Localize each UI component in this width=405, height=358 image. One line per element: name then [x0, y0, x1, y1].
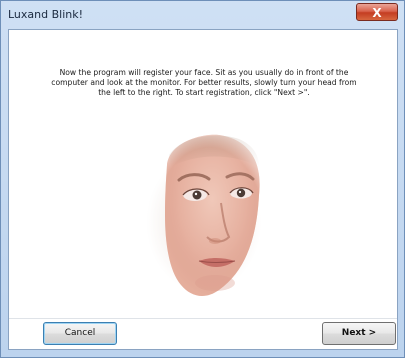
cancel-button-label: Cancel — [64, 328, 96, 338]
wizard-window: Luxand Blink! X Now the program will reg… — [0, 0, 405, 358]
window-title: Luxand Blink! — [8, 8, 84, 21]
close-button[interactable]: X — [356, 3, 398, 21]
close-icon: X — [372, 6, 382, 20]
face-preview — [9, 125, 397, 320]
face-image — [139, 125, 279, 320]
face-illustration — [139, 125, 279, 320]
cancel-button[interactable]: Cancel — [43, 322, 117, 345]
footer-divider — [9, 318, 397, 319]
instructions-text: Now the program will register your face.… — [51, 68, 357, 97]
title-bar[interactable]: Luxand Blink! X — [1, 1, 404, 29]
next-button-label: Next > — [341, 328, 377, 338]
next-button[interactable]: Next > — [322, 322, 396, 345]
dialog-content: Now the program will register your face.… — [8, 29, 398, 350]
